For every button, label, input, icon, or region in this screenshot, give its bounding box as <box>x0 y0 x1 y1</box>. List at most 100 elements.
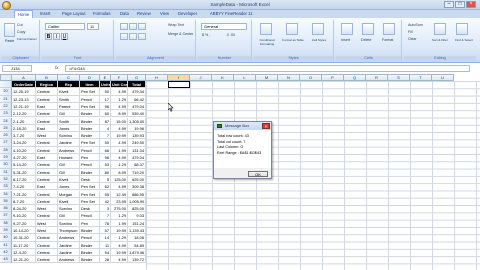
table-cell[interactable]: Kivell <box>58 175 80 184</box>
tab-formulas[interactable]: Formulas <box>93 11 110 16</box>
column-header-m[interactable]: M <box>256 74 278 81</box>
italic-icon[interactable]: I <box>53 33 60 40</box>
column-header-h[interactable]: H <box>146 74 168 81</box>
column-header-b[interactable]: B <box>36 74 58 81</box>
column-header-k[interactable]: K <box>212 74 234 81</box>
table-cell[interactable]: 18.06 <box>128 234 146 242</box>
table-cell[interactable]: Central <box>36 146 58 154</box>
table-cell[interactable]: Pencil <box>80 95 100 103</box>
table-cell[interactable]: 12-25-19 <box>12 88 36 96</box>
tab-data[interactable]: Data <box>120 11 129 16</box>
column-header-r[interactable]: R <box>366 74 388 81</box>
table-cell[interactable]: Binder <box>80 227 100 235</box>
table-cell[interactable]: West <box>36 205 58 213</box>
table-cell[interactable]: Pen <box>80 219 100 227</box>
table-cell[interactable]: 12-21-20 <box>12 256 36 264</box>
row-header[interactable]: 28 <box>0 146 12 154</box>
row-header[interactable]: 25 <box>0 124 12 133</box>
table-cell[interactable]: 4.99 <box>111 241 128 249</box>
tab-view[interactable]: View <box>160 11 169 16</box>
table-cell[interactable]: 151.24 <box>128 219 146 227</box>
table-cell[interactable]: Pen <box>80 154 100 162</box>
table-cell[interactable]: 9.03 <box>128 212 146 220</box>
table-cell[interactable]: 249.50 <box>128 139 146 147</box>
table-cell[interactable]: 62 <box>100 183 111 191</box>
table-cell[interactable]: Binder <box>80 117 100 125</box>
table-cell[interactable]: East <box>36 124 58 133</box>
table-cell[interactable]: West <box>36 227 58 235</box>
table-cell[interactable]: 625.00 <box>128 175 146 184</box>
table-cell[interactable]: West <box>36 132 58 140</box>
table-cell[interactable]: Andrews <box>58 146 80 154</box>
format-cells-icon[interactable] <box>383 23 395 35</box>
table-cell[interactable]: 1.29 <box>111 212 128 220</box>
empty-cells-area[interactable] <box>146 81 480 270</box>
table-cell[interactable]: 19.99 <box>111 248 128 257</box>
tab-developer[interactable]: Developer <box>178 11 197 16</box>
table-cell[interactable]: Binder <box>80 248 100 257</box>
table-cell[interactable]: Central <box>36 175 58 184</box>
tab-abbyy[interactable]: ABBYY FineReader 11 <box>210 11 252 16</box>
table-cell[interactable]: Jardine <box>58 139 80 147</box>
table-cell[interactable]: Central <box>36 117 58 125</box>
table-cell[interactable]: Pen Set <box>80 88 100 96</box>
table-cell[interactable]: 4-10-20 <box>12 146 36 154</box>
table-cell[interactable]: 12.49 <box>111 190 128 198</box>
table-cell[interactable]: 2-1-20 <box>12 117 36 125</box>
column-header-i[interactable]: I <box>168 74 190 81</box>
table-cell[interactable]: 17 <box>100 95 111 103</box>
table-cell[interactable]: 60 <box>100 110 111 118</box>
table-cell[interactable]: 57 <box>100 227 111 235</box>
table-cell[interactable]: 12-4-20 <box>12 248 36 257</box>
table-cell[interactable]: Pen Set <box>80 190 100 198</box>
table-cell[interactable]: 19.99 <box>111 227 128 235</box>
table-cell[interactable]: Smith <box>58 95 80 103</box>
header-cell[interactable]: Units <box>100 81 111 89</box>
table-cell[interactable]: 50 <box>100 139 111 147</box>
number-format-select[interactable]: General <box>201 23 247 30</box>
column-header-o[interactable]: O <box>300 74 322 81</box>
table-cell[interactable]: 4.99 <box>111 183 128 191</box>
insert-cells-icon[interactable] <box>341 23 353 35</box>
formula-input[interactable]: =F4:G44 <box>65 65 470 72</box>
table-cell[interactable]: Binder <box>80 256 100 264</box>
table-cell[interactable]: West <box>36 219 58 227</box>
table-cell[interactable]: Desk <box>80 205 100 213</box>
table-cell[interactable]: Morgan <box>58 190 80 198</box>
table-cell[interactable]: Sorvino <box>58 205 80 213</box>
tab-page-layout[interactable]: Page Layout <box>62 11 86 16</box>
row-header[interactable]: 34 <box>0 190 12 198</box>
table-cell[interactable]: 1.29 <box>111 234 128 242</box>
table-cell[interactable]: Kivell <box>58 88 80 96</box>
delete-cells-icon[interactable] <box>362 23 374 35</box>
tab-home[interactable]: Home <box>14 10 34 18</box>
table-cell[interactable]: 19.99 <box>111 132 128 140</box>
format-painter-button[interactable]: Format Painter <box>17 37 37 41</box>
table-cell[interactable]: Pen Set <box>80 102 100 111</box>
table-cell[interactable]: Pencil <box>80 146 100 154</box>
table-cell[interactable]: 4.99 <box>111 102 128 111</box>
header-cell[interactable]: Unit Cost <box>111 81 128 89</box>
find-select-icon[interactable] <box>456 23 468 35</box>
table-cell[interactable]: 2-12-20 <box>12 110 36 118</box>
table-cell[interactable]: Smith <box>58 117 80 125</box>
table-cell[interactable]: Sorvino <box>58 132 80 140</box>
table-cell[interactable]: 8-7-20 <box>12 197 36 206</box>
table-cell[interactable]: 1,139.43 <box>128 227 146 235</box>
table-cell[interactable]: 479.04 <box>128 102 146 111</box>
table-cell[interactable]: Pencil <box>80 212 100 220</box>
table-cell[interactable]: 8.99 <box>111 110 128 118</box>
table-cell[interactable]: 3-24-20 <box>12 139 36 147</box>
row-header[interactable]: 32 <box>0 175 12 184</box>
tab-insert[interactable]: Insert <box>40 11 50 16</box>
table-cell[interactable]: Central <box>36 139 58 147</box>
table-cell[interactable]: 5 <box>100 175 111 184</box>
table-cell[interactable]: 4.99 <box>111 154 128 162</box>
close-button[interactable]: × <box>466 1 476 8</box>
column-header-t[interactable]: T <box>410 74 432 81</box>
table-cell[interactable]: Central <box>36 241 58 249</box>
cell-styles-icon[interactable] <box>312 23 324 35</box>
table-cell[interactable]: 4.99 <box>111 256 128 264</box>
align-center-icon[interactable] <box>129 33 137 40</box>
table-cell[interactable]: Desk <box>80 175 100 184</box>
